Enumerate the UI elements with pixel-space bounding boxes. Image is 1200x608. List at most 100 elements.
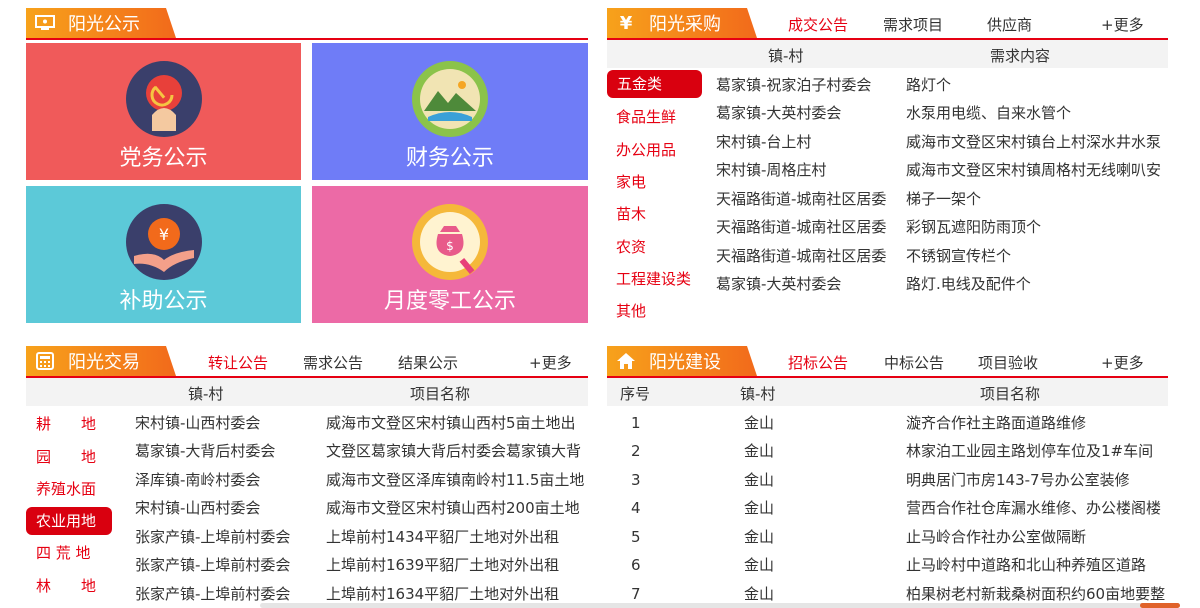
horizontal-scrollbar[interactable] xyxy=(260,603,1180,608)
cell-village[interactable]: 天福路街道-城南社区居委 xyxy=(716,242,896,270)
panel-header: 阳光公示 xyxy=(26,8,588,40)
cell-content[interactable]: 彩钢瓦遮阳防雨顶个 xyxy=(906,213,1168,241)
panel-title-tab[interactable]: 阳光交易 xyxy=(26,346,176,376)
col-project-name: 项目名称 xyxy=(980,385,1041,403)
cell-content[interactable]: 不锈钢宣传栏个 xyxy=(906,242,1168,270)
cell-village[interactable]: 金山 xyxy=(744,523,824,551)
cell-project[interactable]: 威海市文登区泽库镇南岭村11.5亩土地 xyxy=(326,466,588,494)
cell-village[interactable]: 葛家镇-大英村委会 xyxy=(716,270,896,298)
panel-title: 阳光建设 xyxy=(649,352,721,373)
tile-monthly-gig[interactable]: $ 月度零工公示 xyxy=(312,186,588,323)
panel-title-tab[interactable]: 阳光公示 xyxy=(26,8,176,38)
cell-village[interactable]: 天福路街道-城南社区居委 xyxy=(716,185,896,213)
col-town-village: 镇-村 xyxy=(740,385,776,403)
more-link[interactable]: +更多 xyxy=(1101,14,1144,35)
cell-village[interactable]: 张家产镇-上埠前村委会 xyxy=(135,551,315,579)
cell-village[interactable]: 葛家镇-大背后村委会 xyxy=(135,437,315,465)
cell-village[interactable]: 泽库镇-南岭村委会 xyxy=(135,466,315,494)
category-agri-land[interactable]: 农业用地 xyxy=(26,507,112,535)
tab-demand-notice[interactable]: 需求公告 xyxy=(303,352,363,373)
cell-project[interactable]: 林家泊工业园主路划停车位及1#车间 xyxy=(906,437,1168,465)
cell-village[interactable]: 金山 xyxy=(744,409,824,437)
cell-content[interactable]: 威海市文登区宋村镇周格村无线喇叭安 xyxy=(906,156,1168,184)
cell-project[interactable]: 上埠前村1434平貂厂土地对外出租 xyxy=(326,523,588,551)
cell-project[interactable]: 明典居门市房143-7号办公室装修 xyxy=(906,466,1168,494)
category-other[interactable]: 其他 xyxy=(616,297,646,325)
cell-village[interactable]: 宋村镇-周格庄村 xyxy=(716,156,896,184)
cell-village[interactable]: 张家产镇-上埠前村委会 xyxy=(135,523,315,551)
tab-acceptance[interactable]: 项目验收 xyxy=(978,352,1038,373)
category-garden-land[interactable]: 园 地 xyxy=(36,443,96,471)
cell-village[interactable]: 宋村镇-山西村委会 xyxy=(135,494,315,522)
category-hardware[interactable]: 五金类 xyxy=(607,70,702,98)
cell-content[interactable]: 梯子一架个 xyxy=(906,185,1168,213)
cell-content[interactable]: 水泵用电缆、自来水管个 xyxy=(906,99,1168,127)
cell-village[interactable]: 金山 xyxy=(744,466,824,494)
category-appliances[interactable]: 家电 xyxy=(616,168,646,196)
cell-village[interactable]: 金山 xyxy=(744,551,824,579)
cell-village[interactable]: 金山 xyxy=(744,437,824,465)
panel-jianshe: 阳光建设 招标公告 中标公告 项目验收 +更多 序号 镇-村 项目名称 1 金山… xyxy=(607,346,1168,608)
tile-party-affairs[interactable]: 党务公示 xyxy=(26,43,301,180)
category-wasteland[interactable]: 四 荒 地 xyxy=(36,539,91,567)
tab-deal-notice[interactable]: 成交公告 xyxy=(788,14,848,35)
cell-index: 6 xyxy=(631,556,641,574)
cell-index: 1 xyxy=(631,414,641,432)
party-emblem-icon xyxy=(125,61,202,137)
table-header: 序号 镇-村 项目名称 xyxy=(607,378,1168,406)
cell-project[interactable]: 威海市文登区宋村镇山西村200亩土地 xyxy=(326,494,588,522)
panel-header: ¥ 阳光采购 成交公告 需求项目 供应商 +更多 xyxy=(607,8,1168,40)
cell-project[interactable]: 上埠前村1639平貂厂土地对外出租 xyxy=(326,551,588,579)
tab-award-notice[interactable]: 中标公告 xyxy=(884,352,944,373)
panel-title: 阳光采购 xyxy=(649,14,721,35)
cell-content[interactable]: 威海市文登区宋村镇台上村深水井水泵 xyxy=(906,128,1168,156)
tab-transfer-notice[interactable]: 转让公告 xyxy=(208,352,268,373)
category-agri-supplies[interactable]: 农资 xyxy=(616,233,646,261)
panel-gongshi: 阳光公示 党务公示 财务公示 ¥ 补助公示 $ 月度零工公示 xyxy=(26,8,588,328)
calculator-icon xyxy=(34,352,56,370)
money-bag-icon: $ xyxy=(412,204,488,280)
cell-project[interactable]: 漩齐合作社主路面道路维修 xyxy=(906,409,1168,437)
panel-header: 阳光建设 招标公告 中标公告 项目验收 +更多 xyxy=(607,346,1168,378)
more-link[interactable]: +更多 xyxy=(1101,352,1144,373)
cell-content[interactable]: 路灯个 xyxy=(906,71,1168,99)
cell-village[interactable]: 金山 xyxy=(744,494,824,522)
category-fresh-food[interactable]: 食品生鲜 xyxy=(616,103,676,131)
panel-title-tab[interactable]: ¥ 阳光采购 xyxy=(607,8,757,38)
cell-project[interactable]: 营西合作社仓库漏水维修、办公楼阁楼 xyxy=(906,494,1168,522)
cell-project[interactable]: 止马岭村中道路和北山种养殖区道路 xyxy=(906,551,1168,579)
panel-title: 阳光交易 xyxy=(68,352,140,373)
monitor-icon xyxy=(34,14,56,32)
category-farmland[interactable]: 耕 地 xyxy=(36,410,96,438)
col-town-village: 镇-村 xyxy=(188,385,224,403)
cell-village[interactable]: 天福路街道-城南社区居委 xyxy=(716,213,896,241)
panel-jiaoyi: 阳光交易 转让公告 需求公告 结果公示 +更多 镇-村 项目名称 耕 地 园 地… xyxy=(26,346,588,608)
coin-hand-icon: ¥ xyxy=(125,204,202,280)
table-header: 镇-村 项目名称 xyxy=(26,378,588,406)
cell-project[interactable]: 文登区葛家镇大背后村委会葛家镇大背 xyxy=(326,437,588,465)
panel-title-tab[interactable]: 阳光建设 xyxy=(607,346,757,376)
tab-suppliers[interactable]: 供应商 xyxy=(987,14,1032,35)
cell-village[interactable]: 宋村镇-台上村 xyxy=(716,128,896,156)
cell-village[interactable]: 宋村镇-山西村委会 xyxy=(135,409,315,437)
cell-village[interactable]: 葛家镇-大英村委会 xyxy=(716,99,896,127)
category-office[interactable]: 办公用品 xyxy=(616,136,676,164)
cell-content[interactable]: 路灯.电线及配件个 xyxy=(906,270,1168,298)
tile-finance[interactable]: 财务公示 xyxy=(312,43,588,180)
scrollbar-thumb[interactable] xyxy=(1140,603,1180,608)
cell-project[interactable]: 威海市文登区宋村镇山西村5亩土地出 xyxy=(326,409,588,437)
tab-tender-notice[interactable]: 招标公告 xyxy=(788,352,848,373)
tab-demand-projects[interactable]: 需求项目 xyxy=(883,14,943,35)
svg-text:$: $ xyxy=(446,239,454,253)
more-link[interactable]: +更多 xyxy=(529,352,572,373)
category-forest[interactable]: 林 地 xyxy=(36,572,96,600)
col-project-name: 项目名称 xyxy=(410,385,471,403)
tab-result-notice[interactable]: 结果公示 xyxy=(398,352,458,373)
cell-index: 2 xyxy=(631,442,641,460)
category-seedlings[interactable]: 苗木 xyxy=(616,200,646,228)
category-aquaculture[interactable]: 养殖水面 xyxy=(36,475,96,503)
tile-subsidy[interactable]: ¥ 补助公示 xyxy=(26,186,301,323)
cell-village[interactable]: 葛家镇-祝家泊子村委会 xyxy=(716,71,896,99)
category-engineering[interactable]: 工程建设类 xyxy=(616,265,691,293)
cell-project[interactable]: 止马岭合作社办公室做隔断 xyxy=(906,523,1168,551)
